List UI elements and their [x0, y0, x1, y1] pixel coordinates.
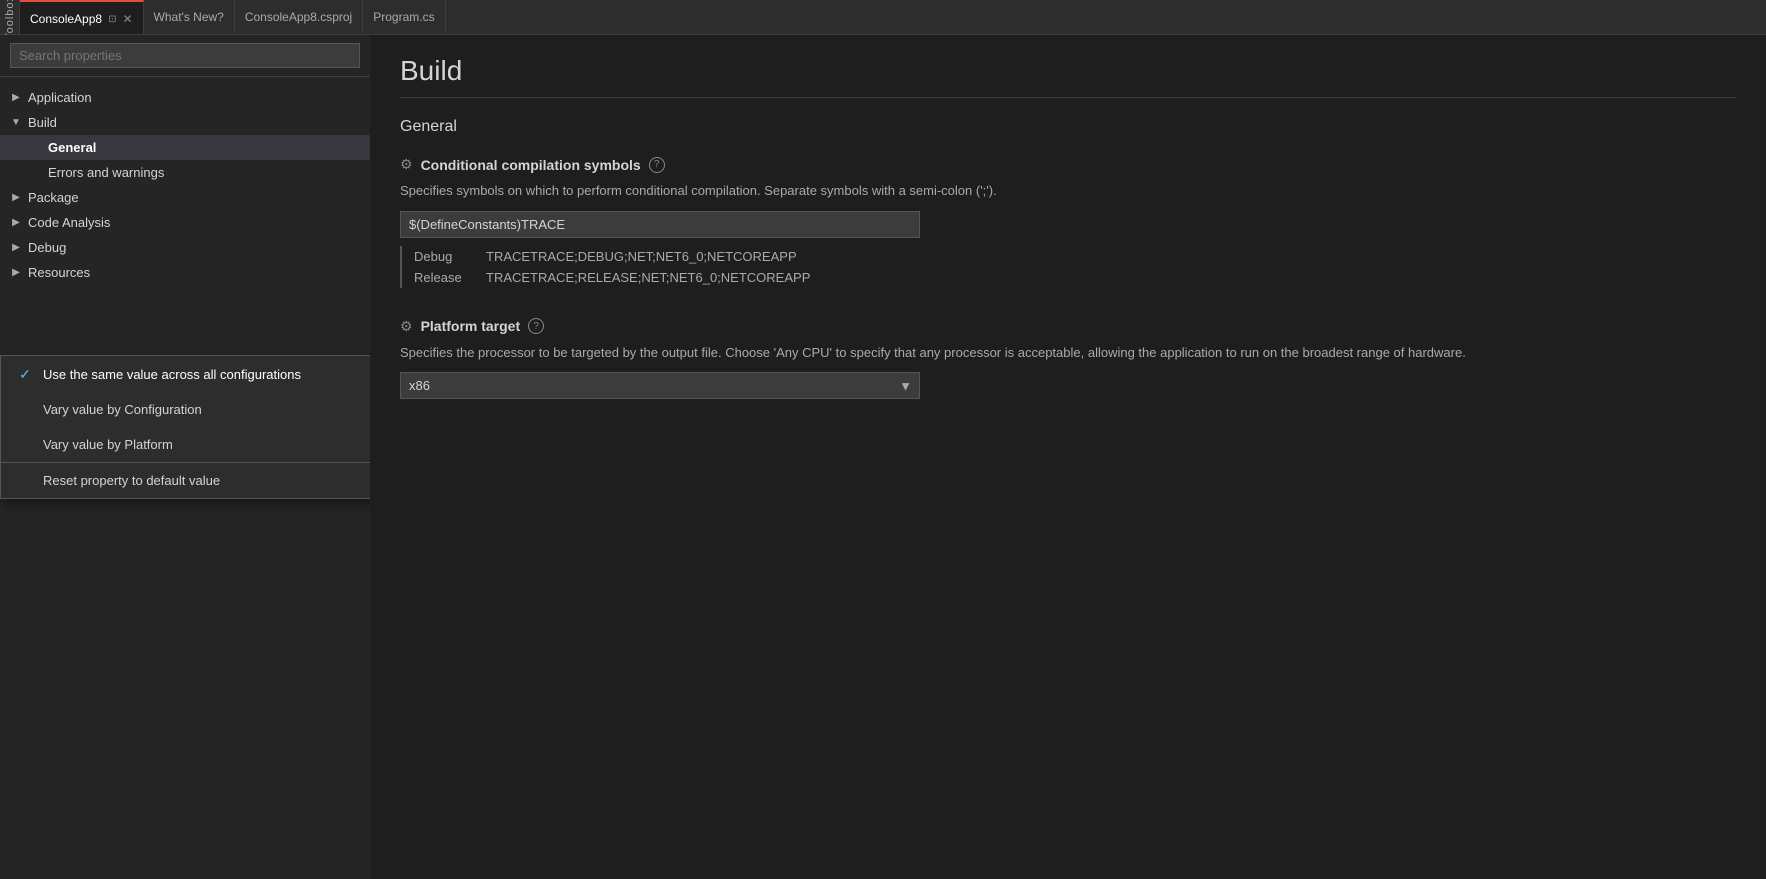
property-block-conditional-compilation: ⚙ Conditional compilation symbols? Specifi…	[400, 156, 1736, 288]
nav-label-build-general: General	[48, 140, 96, 155]
tab-label-whatsnew: What's New?	[154, 10, 224, 24]
dropdown-label-reset: Reset property to default value	[43, 473, 220, 488]
property-block-platform-target: ⚙ Platform target? Specifies the processor…	[400, 318, 1736, 400]
property-label-conditional-compilation: Conditional compilation symbols	[421, 157, 641, 173]
chevron-icon-debug: ▶	[10, 242, 22, 253]
config-value-conditional-compilation-release: TRACETRACE;RELEASE;NET;NET6_0;NETCOREAPP	[486, 270, 810, 285]
chevron-icon-build: ▼	[10, 117, 22, 128]
toolbox-label: Toolbox	[4, 0, 16, 39]
dropdown-label-vary-config: Vary value by Configuration	[43, 402, 202, 417]
tab-close-consoleapp8[interactable]: ✕	[122, 12, 132, 26]
select-wrap-platform-target: Any CPUx86x64ARMARM64▼	[400, 372, 920, 399]
gear-icon-platform-target[interactable]: ⚙	[400, 318, 413, 335]
tab-label-consoleapp8: ConsoleApp8	[30, 12, 102, 26]
section-title: General	[400, 118, 1736, 136]
config-row-conditional-compilation-release: Release TRACETRACE;RELEASE;NET;NET6_0;NET…	[414, 267, 1736, 288]
chevron-icon-resources: ▶	[10, 267, 22, 278]
dropdown-label-same-value: Use the same value across all configurat…	[43, 367, 301, 382]
nav-item-resources[interactable]: ▶ Resources	[0, 260, 370, 285]
config-values-conditional-compilation: Debug TRACETRACE;DEBUG;NET;NET6_0;NETCORE…	[400, 246, 1736, 288]
dropdown-item-same-value[interactable]: ✓ Use the same value across all configura…	[1, 356, 370, 392]
property-desc-conditional-compilation: Specifies symbols on which to perform co…	[400, 181, 1736, 201]
dropdown-item-reset[interactable]: Reset property to default value	[1, 462, 370, 498]
tab-pin-consoleapp8[interactable]: ⊡	[108, 14, 116, 25]
dropdown-label-vary-platform: Vary value by Platform	[43, 437, 173, 452]
sidebar: ▶ Application ▼ Build General Errors and warn…	[0, 35, 370, 879]
config-value-conditional-compilation-debug: TRACETRACE;DEBUG;NET;NET6_0;NETCOREAPP	[486, 249, 797, 264]
nav-label-build: Build	[28, 115, 57, 130]
nav-item-application[interactable]: ▶ Application	[0, 85, 370, 110]
toolbox-strip: Toolbox	[0, 0, 20, 34]
nav-item-build-general[interactable]: General	[0, 135, 370, 160]
tab-label-program: Program.cs	[373, 10, 434, 24]
dropdown-menu: ✓ Use the same value across all configura…	[0, 355, 370, 499]
nav-item-code-analysis[interactable]: ▶ Code Analysis	[0, 210, 370, 235]
property-header-conditional-compilation: ⚙ Conditional compilation symbols?	[400, 156, 1736, 173]
check-icon-same-value: ✓	[17, 366, 33, 382]
tab-whatsnew[interactable]: What's New?	[144, 0, 235, 34]
tab-label-csproj: ConsoleApp8.csproj	[245, 10, 352, 24]
tab-consoleapp8[interactable]: ConsoleApp8 ⊡ ✕	[20, 0, 144, 34]
nav-label-application: Application	[28, 90, 92, 105]
nav-label-debug: Debug	[28, 240, 66, 255]
search-box	[0, 35, 370, 77]
nav-item-debug[interactable]: ▶ Debug	[0, 235, 370, 260]
page-title: Build	[400, 55, 1736, 98]
property-input-conditional-compilation[interactable]	[400, 211, 920, 238]
property-desc-platform-target: Specifies the processor to be targeted b…	[400, 343, 1736, 363]
content-area: Build General ⚙ Conditional compilation s…	[370, 35, 1766, 879]
nav-label-resources: Resources	[28, 265, 90, 280]
property-header-platform-target: ⚙ Platform target?	[400, 318, 1736, 335]
nav-label-build-errors: Errors and warnings	[48, 165, 164, 180]
property-label-platform-target: Platform target	[421, 318, 521, 334]
properties-container: ⚙ Conditional compilation symbols? Specifi…	[400, 156, 1736, 399]
nav-item-package[interactable]: ▶ Package	[0, 185, 370, 210]
chevron-icon-code-analysis: ▶	[10, 217, 22, 228]
tab-program[interactable]: Program.cs	[363, 0, 445, 34]
nav-label-code-analysis: Code Analysis	[28, 215, 110, 230]
nav-item-build-errors[interactable]: Errors and warnings	[0, 160, 370, 185]
nav-label-package: Package	[28, 190, 79, 205]
platform-select-platform-target[interactable]: Any CPUx86x64ARMARM64	[400, 372, 920, 399]
tab-csproj[interactable]: ConsoleApp8.csproj	[235, 0, 363, 34]
gear-icon-conditional-compilation[interactable]: ⚙	[400, 156, 413, 173]
main-area: ▶ Application ▼ Build General Errors and warn…	[0, 35, 1766, 879]
dropdown-item-vary-platform[interactable]: Vary value by Platform	[1, 427, 370, 462]
tab-bar: Toolbox ConsoleApp8 ⊡ ✕ What's New? ConsoleA…	[0, 0, 1766, 35]
config-row-conditional-compilation-debug: Debug TRACETRACE;DEBUG;NET;NET6_0;NETCORE…	[414, 246, 1736, 267]
help-icon-conditional-compilation[interactable]: ?	[649, 157, 665, 173]
chevron-icon-package: ▶	[10, 192, 22, 203]
config-key-conditional-compilation-release: Release	[414, 270, 474, 285]
chevron-icon-application: ▶	[10, 92, 22, 103]
dropdown-item-vary-config[interactable]: Vary value by Configuration	[1, 392, 370, 427]
help-icon-platform-target[interactable]: ?	[528, 318, 544, 334]
search-input[interactable]	[10, 43, 360, 68]
config-key-conditional-compilation-debug: Debug	[414, 249, 474, 264]
nav-item-build[interactable]: ▼ Build	[0, 110, 370, 135]
